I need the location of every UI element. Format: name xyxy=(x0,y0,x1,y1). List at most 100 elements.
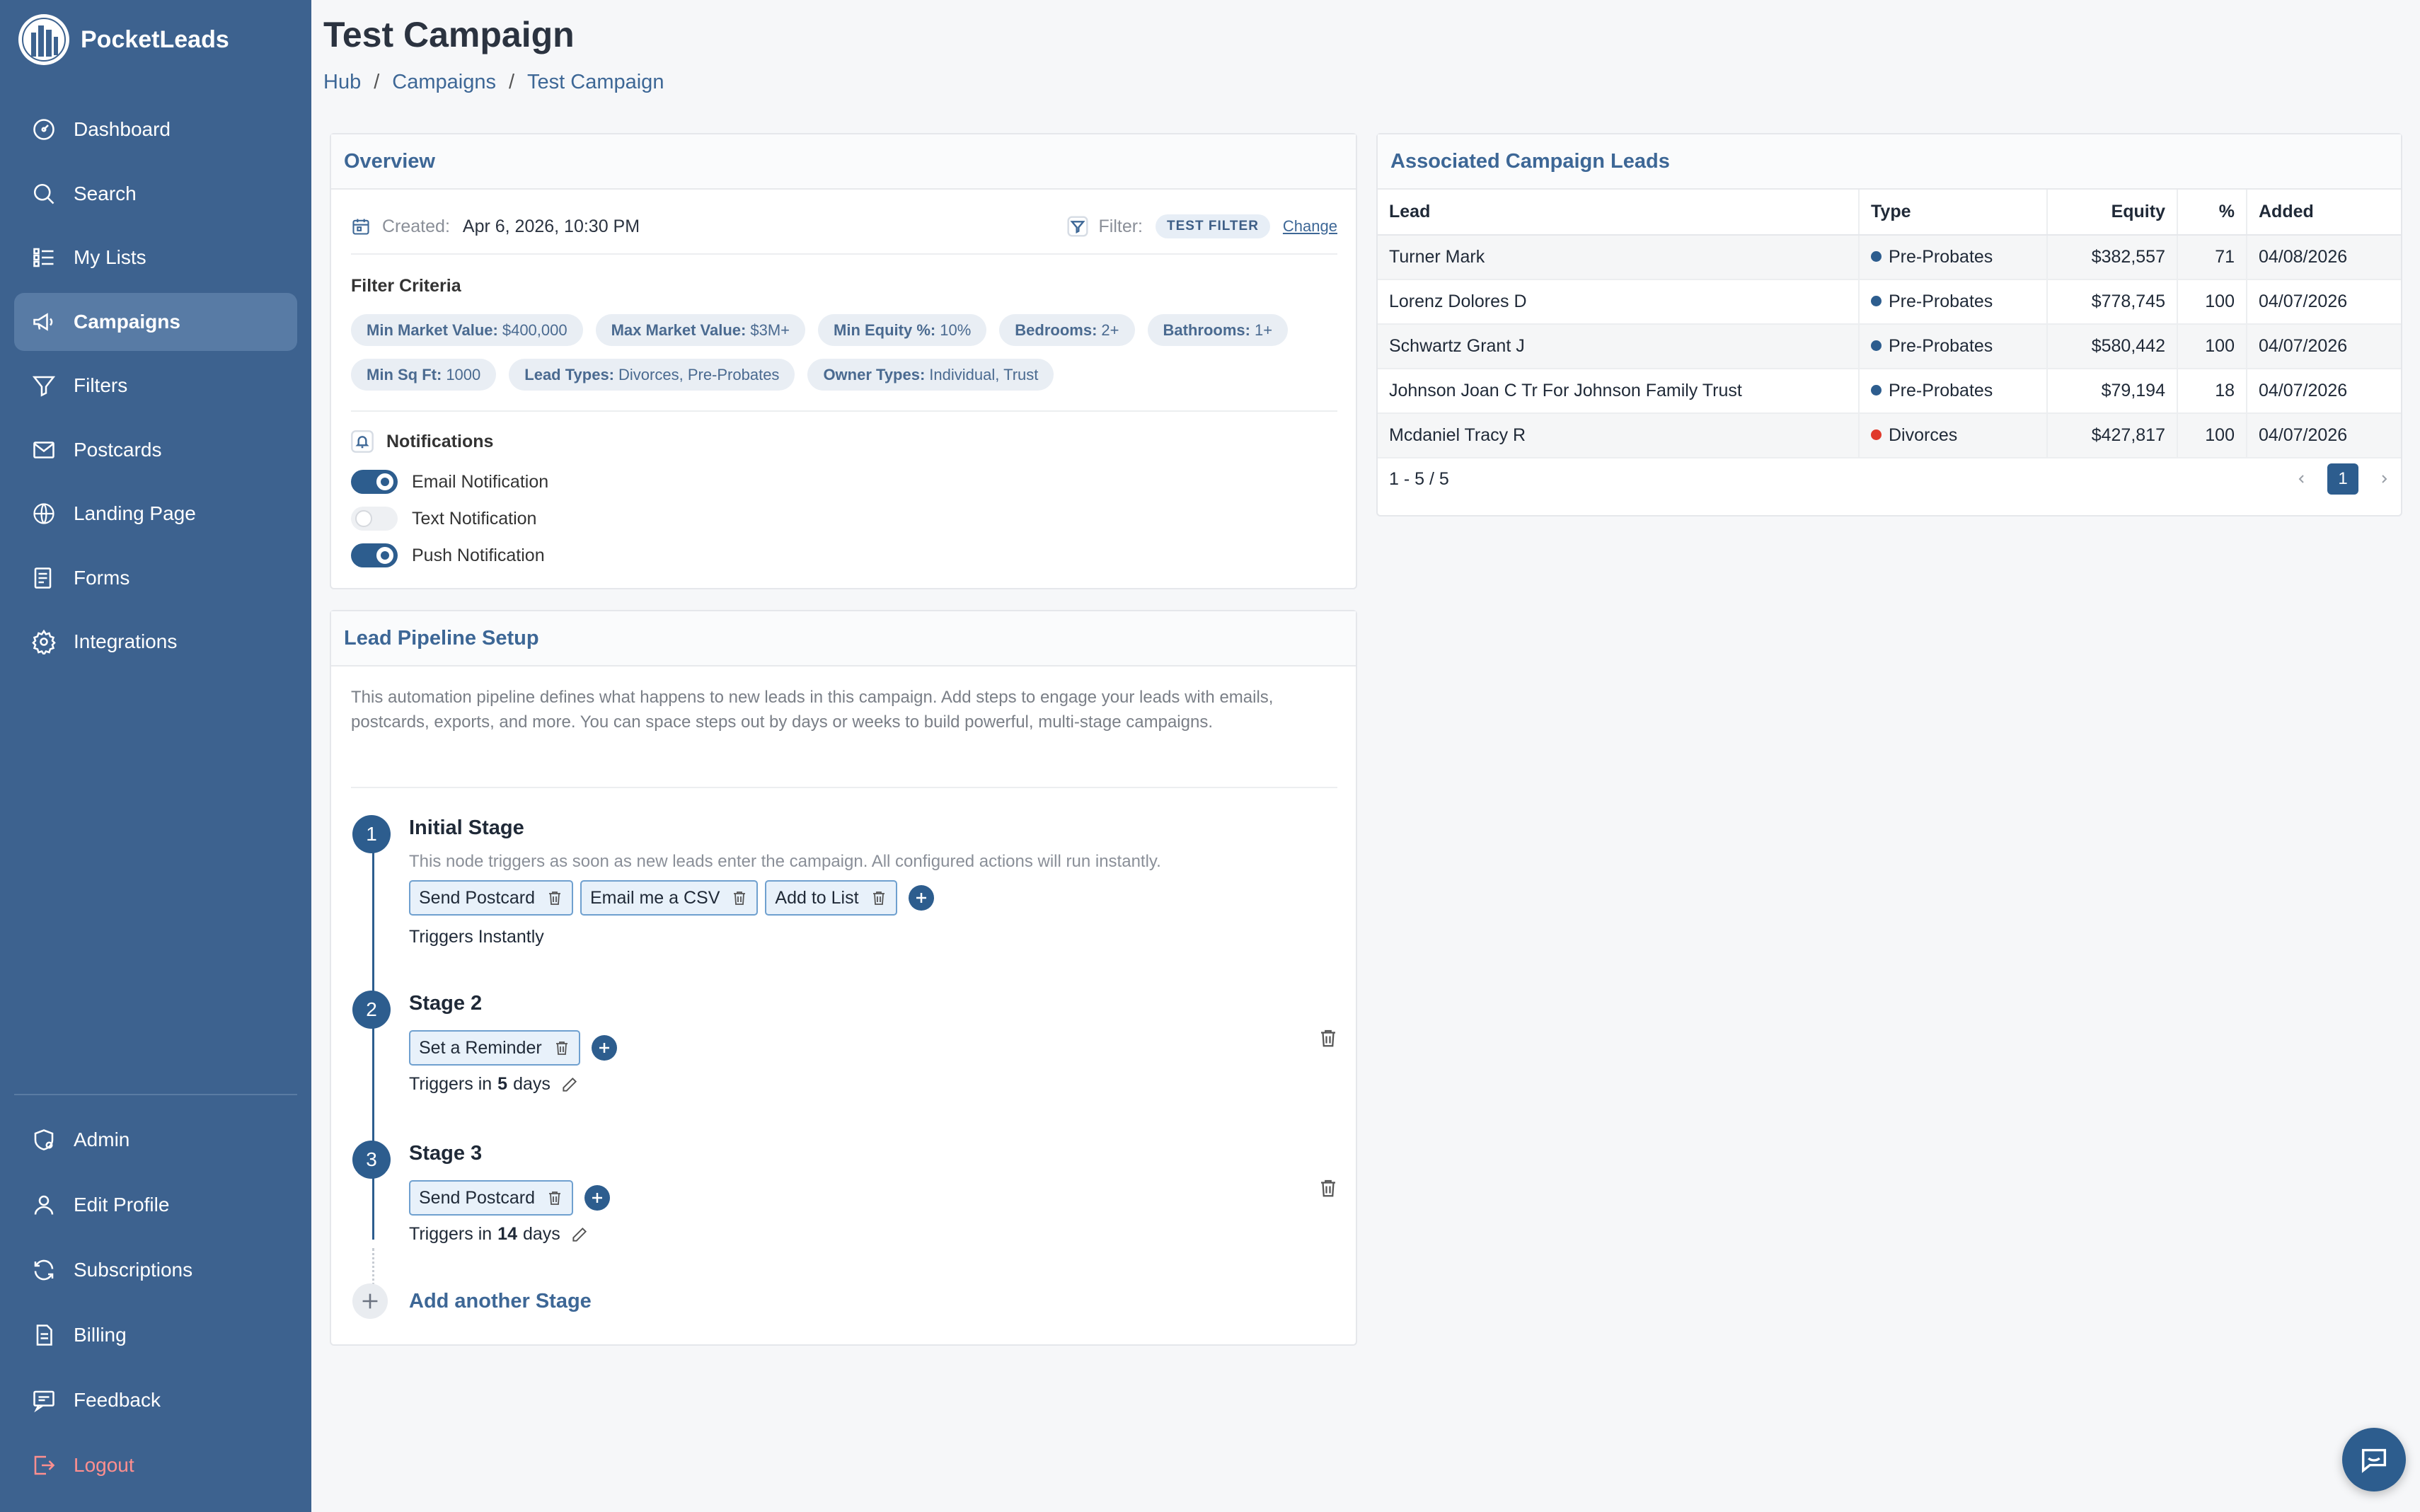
email-notification-label: Email Notification xyxy=(412,471,549,492)
action-chip-set-reminder[interactable]: Set a Reminder xyxy=(409,1030,580,1066)
lead-type: Pre-Probates xyxy=(1858,279,2047,325)
leads-table: Lead Type Equity % Added Turner Mark Pre… xyxy=(1378,190,2401,458)
logout-icon xyxy=(30,1451,58,1479)
nav-item-admin[interactable]: Admin xyxy=(14,1111,297,1169)
form-icon xyxy=(30,564,58,592)
nav-item-dashboard[interactable]: Dashboard xyxy=(14,100,297,158)
nav-item-label: Logout xyxy=(74,1454,134,1476)
trash-icon[interactable] xyxy=(731,889,748,906)
brand[interactable]: PocketLeads xyxy=(18,14,229,65)
column-header-type[interactable]: Type xyxy=(1858,190,2047,236)
filter-name-badge: TEST FILTER xyxy=(1156,214,1270,238)
overview-card: Overview Created: Apr 6, 2026, 10:30 PM … xyxy=(330,133,1357,589)
criteria-chip: Bedrooms: 2+ xyxy=(999,314,1135,346)
email-notification-row: Email Notification xyxy=(351,470,548,494)
brand-name: PocketLeads xyxy=(81,25,229,53)
next-page-icon[interactable] xyxy=(2378,473,2390,485)
criteria-chip: Min Equity %: 10% xyxy=(818,314,987,346)
nav-item-billing[interactable]: Billing xyxy=(14,1306,297,1364)
lead-name[interactable]: Johnson Joan C Tr For Johnson Family Tru… xyxy=(1378,369,1859,414)
calendar-icon xyxy=(351,217,371,236)
add-action-button[interactable] xyxy=(591,1035,617,1061)
nav-item-forms[interactable]: Forms xyxy=(14,549,297,607)
column-header-lead[interactable]: Lead xyxy=(1378,190,1859,236)
trash-icon[interactable] xyxy=(546,1189,563,1206)
nav-item-edit-profile[interactable]: Edit Profile xyxy=(14,1176,297,1234)
list-icon xyxy=(30,243,58,272)
nav-item-label: Postcards xyxy=(74,438,162,461)
nav-item-filters[interactable]: Filters xyxy=(14,357,297,415)
text-notification-toggle[interactable] xyxy=(351,507,398,531)
nav-item-label: Subscriptions xyxy=(74,1259,193,1281)
text-notification-row: Text Notification xyxy=(351,507,536,531)
breadcrumb-hub[interactable]: Hub xyxy=(323,71,361,94)
breadcrumb: Hub / Campaigns / Test Campaign xyxy=(323,71,664,94)
nav-item-my-lists[interactable]: My Lists xyxy=(14,229,297,287)
stage-actions: Set a Reminder xyxy=(409,1030,617,1066)
nav-item-integrations[interactable]: Integrations xyxy=(14,613,297,671)
delete-stage-button[interactable] xyxy=(1318,1177,1339,1199)
table-row[interactable]: Lorenz Dolores D Pre-Probates $778,745 1… xyxy=(1378,279,2401,325)
criteria-chip: Lead Types: Divorces, Pre-Probates xyxy=(509,359,795,391)
lead-name[interactable]: Turner Mark xyxy=(1378,235,1859,280)
overview-title: Overview xyxy=(331,134,1356,190)
table-row[interactable]: Johnson Joan C Tr For Johnson Family Tru… xyxy=(1378,369,2401,414)
nav-item-search[interactable]: Search xyxy=(14,165,297,223)
bell-icon xyxy=(351,430,374,453)
nav-item-label: My Lists xyxy=(74,246,146,268)
nav-item-postcards[interactable]: Postcards xyxy=(14,421,297,479)
lead-name[interactable]: Mcdaniel Tracy R xyxy=(1378,413,1859,458)
stage-title: Initial Stage xyxy=(409,816,524,839)
nav-item-landing-page[interactable]: Landing Page xyxy=(14,485,297,543)
breadcrumb-campaigns[interactable]: Campaigns xyxy=(392,71,496,94)
action-chip-add-to-list[interactable]: Add to List xyxy=(765,880,897,916)
add-stage-button[interactable]: Add another Stage xyxy=(352,1283,592,1319)
nav-item-label: Admin xyxy=(74,1129,130,1150)
criteria-chip: Min Market Value: $400,000 xyxy=(351,314,583,346)
lead-name[interactable]: Lorenz Dolores D xyxy=(1378,279,1859,325)
trash-icon[interactable] xyxy=(870,889,887,906)
pipeline-title: Lead Pipeline Setup xyxy=(331,611,1356,666)
lead-type: Pre-Probates xyxy=(1858,369,2047,414)
add-action-button[interactable] xyxy=(584,1185,610,1211)
trash-icon[interactable] xyxy=(553,1039,570,1056)
type-dot-icon xyxy=(1871,295,1882,306)
action-chip-email-csv[interactable]: Email me a CSV xyxy=(580,880,759,916)
edit-icon[interactable] xyxy=(570,1225,589,1244)
breadcrumb-separator: / xyxy=(374,71,380,93)
lead-percent: 71 xyxy=(2177,235,2247,280)
add-action-button[interactable] xyxy=(908,885,934,911)
criteria-chip: Max Market Value: $3M+ xyxy=(595,314,806,346)
filter-label: Filter: xyxy=(1098,216,1143,236)
chat-support-button[interactable] xyxy=(2342,1428,2406,1491)
column-header-equity[interactable]: Equity xyxy=(2046,190,2177,236)
breadcrumb-current[interactable]: Test Campaign xyxy=(527,71,664,94)
nav-item-campaigns[interactable]: Campaigns xyxy=(14,292,297,351)
nav-item-label: Forms xyxy=(74,566,130,589)
table-row[interactable]: Schwartz Grant J Pre-Probates $580,442 1… xyxy=(1378,324,2401,369)
add-stage-label: Add another Stage xyxy=(409,1289,592,1312)
lead-equity: $580,442 xyxy=(2046,324,2177,369)
leads-title: Associated Campaign Leads xyxy=(1378,134,2401,190)
push-notification-label: Push Notification xyxy=(412,545,545,565)
nav-item-logout[interactable]: Logout xyxy=(14,1436,297,1494)
page-button-current[interactable]: 1 xyxy=(2327,463,2358,495)
shield-gear-icon xyxy=(30,1126,58,1154)
email-notification-toggle[interactable] xyxy=(351,470,398,494)
push-notification-toggle[interactable] xyxy=(351,543,398,567)
change-filter-link[interactable]: Change xyxy=(1283,217,1337,236)
column-header-percent[interactable]: % xyxy=(2177,190,2247,236)
table-row[interactable]: Mcdaniel Tracy R Divorces $427,817 100 0… xyxy=(1378,413,2401,458)
nav-item-feedback[interactable]: Feedback xyxy=(14,1371,297,1429)
column-header-added[interactable]: Added xyxy=(2246,190,2401,236)
lead-name[interactable]: Schwartz Grant J xyxy=(1378,324,1859,369)
table-row[interactable]: Turner Mark Pre-Probates $382,557 71 04/… xyxy=(1378,235,2401,280)
main-content: Test Campaign Hub / Campaigns / Test Cam… xyxy=(311,0,2420,1512)
prev-page-icon[interactable] xyxy=(2296,473,2307,485)
nav-item-subscriptions[interactable]: Subscriptions xyxy=(14,1241,297,1299)
edit-icon[interactable] xyxy=(560,1075,579,1094)
action-chip-send-postcard[interactable]: Send Postcard xyxy=(409,880,573,916)
trash-icon[interactable] xyxy=(546,889,563,906)
delete-stage-button[interactable] xyxy=(1318,1027,1339,1049)
action-chip-send-postcard[interactable]: Send Postcard xyxy=(409,1180,573,1216)
